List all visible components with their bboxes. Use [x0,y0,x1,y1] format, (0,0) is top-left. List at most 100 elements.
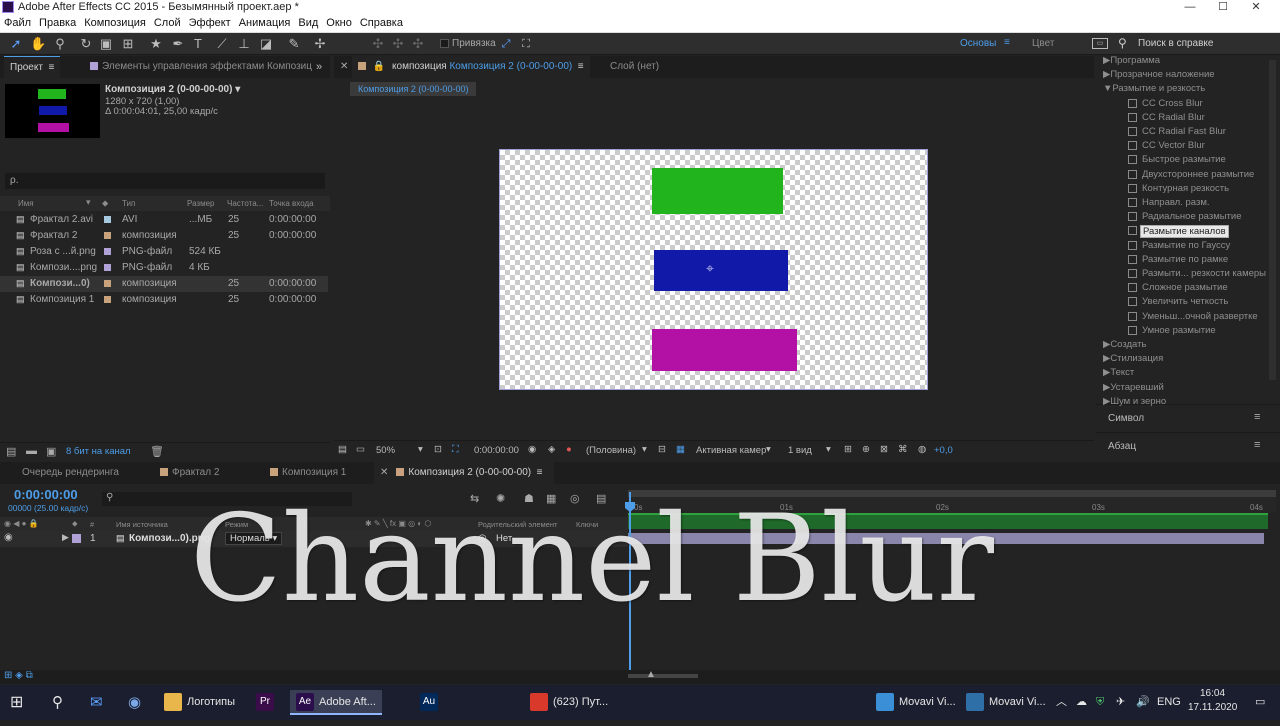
close-viewer-icon[interactable]: ✕ [340,61,348,72]
symbol-panel-header[interactable]: Символ ≡ [1096,404,1280,430]
workspace-menu-icon[interactable]: ≡ [1004,37,1010,48]
timeline-timecode[interactable]: 0:00:00:00 [14,487,78,502]
exposure-reset-icon[interactable]: ◍ [918,444,926,455]
axis-world-icon[interactable]: ✣ [390,36,406,52]
effects-category[interactable]: ▶Прозрачное наложение [1103,69,1215,80]
puppet-tool-icon[interactable]: ✢ [312,36,328,52]
workspace-color[interactable]: Цвет [1032,38,1054,49]
eraser-tool-icon[interactable]: ◪ [258,36,274,52]
taskbar-app[interactable]: Au [420,690,443,715]
paragraph-menu-icon[interactable]: ≡ [1254,439,1260,451]
sort-icon[interactable]: ▾ [86,197,91,208]
snapshot-icon[interactable]: ◉ [528,444,536,455]
search-help-input[interactable]: Поиск в справке [1138,38,1213,49]
project-item-row[interactable]: ▤ Композиция 1 композиция 25 0:00:00:00 [0,292,328,308]
effect-item[interactable]: CC Radial Blur [1128,111,1278,125]
axis-local-icon[interactable]: ✣ [370,36,386,52]
label-color-swatch[interactable] [104,232,111,239]
label-color-swatch[interactable] [104,216,111,223]
zoom-dropdown-icon[interactable]: ▾ [418,444,423,455]
monitor-icon[interactable]: ▭ [356,444,365,455]
snap-checkbox[interactable] [440,39,449,48]
tab-render-queue[interactable]: Очередь рендеринга [16,462,125,484]
effect-item[interactable]: Размытие каналов [1128,224,1278,239]
effect-item[interactable]: Размыти... резкости камеры [1128,267,1278,281]
mail-icon[interactable]: ✉ [90,690,103,715]
label-color-swatch[interactable] [104,280,111,287]
always-preview-icon[interactable]: ▤ [338,444,347,455]
menu-composition[interactable]: Композиция [80,15,150,29]
viewer-timecode[interactable]: 0:00:00:00 [474,445,519,456]
effect-item[interactable]: Направл. разм. [1128,196,1278,210]
effects-category[interactable]: ▶Создать [1103,339,1146,350]
magenta-layer-rect[interactable] [652,329,797,371]
timeline-icon[interactable]: ⊠ [880,444,888,455]
layer-label-swatch[interactable] [72,534,81,543]
views-dropdown-icon[interactable]: ▾ [826,444,831,455]
maximize-button[interactable]: ☐ [1208,0,1238,15]
composition-canvas[interactable]: ⌖ [499,149,928,390]
tray-telegram-icon[interactable]: ✈ [1116,690,1125,715]
lock-icon[interactable]: 🔒 [373,61,385,72]
zoom-tool-icon[interactable]: ⚲ [52,36,68,52]
taskbar-app[interactable]: (623) Пут... [530,690,608,715]
zoom-slider-track[interactable] [628,674,698,678]
tab-comp1[interactable]: Композиция 1 [264,462,352,484]
project-item-row[interactable]: ▤ Компози....png PNG-файл 4 КБ [0,260,328,276]
effects-category[interactable]: ▶Устаревший [1103,382,1164,393]
interpret-footage-icon[interactable]: ▤ [6,445,16,458]
effect-item[interactable]: Двухстороннее размытие [1128,168,1278,182]
notifications-icon[interactable]: ▭ [1255,690,1265,715]
browser-circle-icon[interactable]: ◉ [128,690,141,715]
col-in-point[interactable]: Точка входа [269,199,314,208]
selection-tool-icon[interactable]: ➚ [8,36,24,52]
col-size[interactable]: Размер [187,199,215,208]
camera-select[interactable]: Активная камер [696,445,766,456]
effects-category[interactable]: ▶Текст [1103,367,1134,378]
tab-composition-viewer[interactable]: 🔒 композиция Композиция 2 (0-00-00-00) ≡ [352,56,590,78]
label-color-swatch[interactable] [104,248,111,255]
panel-overflow-icon[interactable]: » [316,61,322,73]
close-button[interactable]: ✕ [1241,0,1271,15]
search-icon[interactable]: ⚲ [52,690,63,715]
effects-category[interactable]: ▼Размытие и резкость [1103,83,1205,94]
start-windows-icon[interactable]: ⊞ [10,690,23,715]
taskbar-app[interactable]: Логотипы [164,690,235,715]
taskbar-app[interactable]: Ae Adobe Aft... [290,690,382,715]
tab-effect-controls[interactable]: Элементы управления эффектами Композиц [84,56,318,78]
show-snapshot-icon[interactable]: ◈ [548,444,555,455]
rotate-tool-icon[interactable]: ↻ [78,36,94,52]
effect-item[interactable]: Быстрое размытие [1128,153,1278,167]
effect-item[interactable]: CC Cross Blur [1128,97,1278,111]
effect-item[interactable]: Сложное размытие [1128,281,1278,295]
effect-item[interactable]: Уменьш...очной развертке [1128,310,1278,324]
project-item-row[interactable]: ▤ Фрактал 2.avi AVI ...МБ 25 0:00:00:00 [0,212,328,228]
workspace-switch-icon[interactable]: ▭ [1092,38,1108,49]
menu-edit[interactable]: Правка [35,15,80,29]
menu-window[interactable]: Окно [322,15,356,29]
effects-category[interactable]: ▶Шум и зерно [1103,396,1166,407]
views-select[interactable]: 1 вид [788,445,812,456]
label-tag-icon[interactable]: ⬥ [102,198,108,209]
taskbar-app[interactable]: Movavi Vi... [966,690,1046,715]
menu-help[interactable]: Справка [356,15,407,29]
label-color-swatch[interactable] [104,296,111,303]
col-fps[interactable]: Частота... [227,199,263,208]
effect-item[interactable]: Контурная резкость [1128,182,1278,196]
menu-effect[interactable]: Эффект [185,15,235,29]
effect-item[interactable]: Размытие по Гауссу [1128,239,1278,253]
channels-icon[interactable]: ● [566,444,572,455]
tab-project[interactable]: Проект ≡ [4,56,61,78]
project-item-row[interactable]: ▤ Фрактал 2 композиция 25 0:00:00:00 [0,228,328,244]
snap-options-icon[interactable]: ⤢ [498,36,514,52]
taskbar-app[interactable]: Pr [256,690,279,715]
blue-layer-rect[interactable]: ⌖ [654,250,788,291]
menu-animation[interactable]: Анимация [235,15,295,29]
effect-item[interactable]: Радиальное размытие [1128,210,1278,224]
green-layer-rect[interactable] [652,168,783,214]
zoom-select[interactable]: 50% [376,445,395,456]
project-search-input[interactable]: ρ. [5,173,325,189]
trash-icon[interactable]: 🗑 [150,445,164,458]
symbol-menu-icon[interactable]: ≡ [1254,411,1260,423]
tray-cloud-icon[interactable]: ☁ [1076,690,1087,715]
